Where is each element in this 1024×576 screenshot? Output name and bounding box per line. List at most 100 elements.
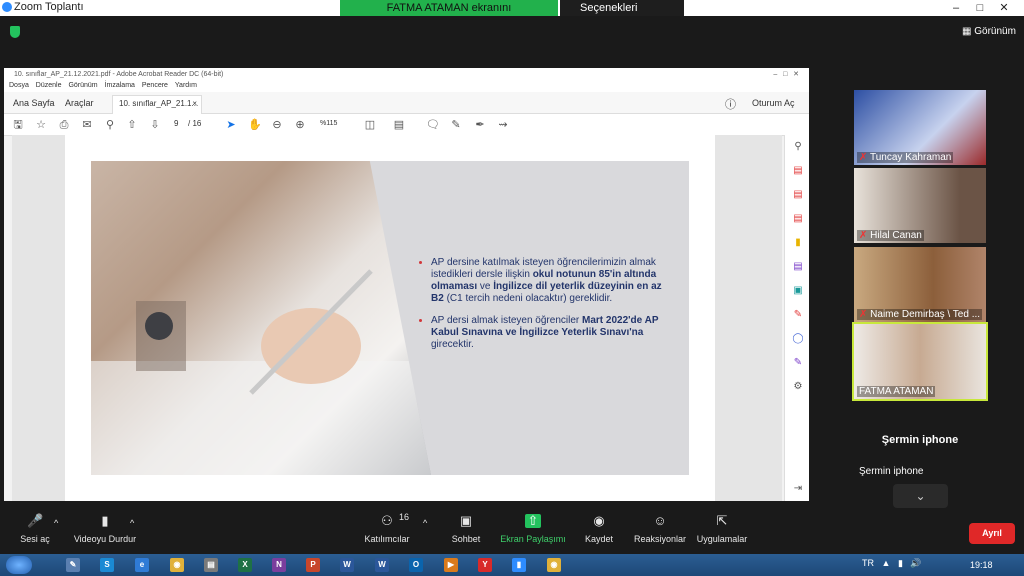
menu-help[interactable]: Yardım [175, 82, 197, 89]
fill-sign-icon[interactable]: ✎ [792, 309, 804, 321]
encryption-shield-icon[interactable] [10, 26, 20, 38]
zoom-level-select[interactable]: %115 [320, 120, 337, 127]
stop-video-button[interactable]: ▮ Videoyu Durdur [72, 513, 138, 545]
comment-icon[interactable]: 🗨 [426, 119, 440, 131]
meeting-header [0, 16, 1024, 68]
pdf-page: AP dersine katılmak isteyen öğrencilerim… [65, 135, 715, 501]
network-icon[interactable]: ▮ [898, 558, 903, 568]
menu-sign[interactable]: İmzalama [105, 82, 135, 89]
yandex-icon[interactable]: Y [478, 558, 492, 572]
minimize-icon[interactable]: – [944, 0, 968, 16]
pen-illustration [91, 269, 431, 475]
zoom-out-icon[interactable]: ⊖ [271, 119, 283, 131]
media-player-icon[interactable]: ▶ [444, 558, 458, 572]
document-viewport[interactable]: AP dersine katılmak isteyen öğrencilerim… [12, 135, 782, 501]
participant-tile-active-speaker[interactable]: FATMA ATAMAN [852, 322, 988, 401]
participant-name: ✗ Hilal Canan [857, 230, 924, 241]
slide: AP dersine katılmak isteyen öğrencilerim… [91, 161, 689, 475]
excel-icon[interactable]: X [238, 558, 252, 572]
highlight-pen-icon[interactable]: ✎ [450, 119, 462, 131]
word-document-icon[interactable]: W [375, 558, 389, 572]
email-icon[interactable]: ✉ [81, 119, 93, 131]
menu-file[interactable]: Dosya [9, 82, 29, 89]
word-icon[interactable]: W [340, 558, 354, 572]
edge-icon[interactable]: e [135, 558, 149, 572]
organize-pages-icon[interactable]: ▣ [792, 285, 804, 297]
gallery-view-button[interactable]: ▦ Görünüm [962, 26, 1016, 37]
protect-icon[interactable]: ◯ [792, 333, 804, 345]
export-pdf-icon[interactable]: ▤ [792, 165, 804, 177]
scroll-mode-icon[interactable]: ▤ [393, 119, 405, 131]
share-screen-button[interactable]: ⇧ Ekran Paylaşımı [500, 514, 566, 545]
reactions-button[interactable]: ☺ Reaksiyonlar [634, 514, 686, 545]
zoom-in-icon[interactable]: ⊕ [294, 119, 306, 131]
menu-view[interactable]: Görünüm [68, 82, 97, 89]
unmute-button[interactable]: 🎤 Sesi aç [18, 514, 52, 545]
meeting-toolbar: 🎤 Sesi aç ^ ▮ Videoyu Durdur ^ ⚇ Katılımcıl… [0, 508, 1024, 554]
record-button[interactable]: ◉ Kaydet [584, 514, 614, 545]
chrome-icon[interactable]: ◉ [170, 558, 184, 572]
more-participants-button[interactable]: ⌄ [893, 484, 948, 508]
participant-tile[interactable]: Şermin iphone Şermin iphone [854, 404, 986, 479]
fit-page-icon[interactable]: ◫ [364, 119, 376, 131]
apps-button[interactable]: ⇱ Uygulamalar [696, 513, 748, 545]
volume-icon[interactable]: 🔊 [910, 558, 921, 568]
outlook-icon[interactable]: O [409, 558, 423, 572]
print-icon[interactable]: ⎙ [58, 119, 70, 131]
menu-window[interactable]: Pencere [142, 82, 168, 89]
hand-tool-icon[interactable]: ✋ [248, 119, 262, 131]
page-down-icon[interactable]: ⇩ [149, 119, 161, 131]
search-tool-icon[interactable]: ⚲ [792, 141, 804, 153]
participant-tile[interactable]: ✗ Tuncay Kahraman [854, 90, 986, 165]
sign-icon[interactable]: ✒ [474, 119, 486, 131]
combine-files-icon[interactable]: ▤ [792, 261, 804, 273]
participant-tile[interactable]: ✗ Hilal Canan [854, 168, 986, 243]
page-number-input[interactable]: 9 [174, 119, 178, 128]
expand-panel-icon[interactable]: ⇥ [792, 483, 804, 495]
skype-icon[interactable]: S [100, 558, 114, 572]
bookmark-star-icon[interactable]: ☆ [35, 119, 47, 131]
sign-in-button[interactable]: Oturum Aç [752, 98, 795, 108]
page-up-icon[interactable]: ⇧ [126, 119, 138, 131]
start-button-icon[interactable] [6, 556, 32, 574]
help-icon[interactable]: ⓘ [725, 96, 736, 112]
tray-arrow-icon[interactable]: ▲ [882, 558, 891, 568]
search-icon[interactable]: ⚲ [104, 119, 116, 131]
audio-options-caret-icon[interactable]: ^ [54, 518, 58, 528]
acrobat-window-controls[interactable]: – □ ✕ [773, 68, 799, 82]
taskbar-app-icon[interactable]: ✎ [66, 558, 80, 572]
close-tab-icon[interactable]: × [192, 99, 197, 108]
powerpoint-icon[interactable]: P [306, 558, 320, 572]
save-icon[interactable]: 🖫 [12, 119, 24, 131]
onenote-icon[interactable]: N [272, 558, 286, 572]
maximize-icon[interactable]: □ [968, 0, 992, 16]
language-indicator[interactable]: TR [862, 558, 874, 568]
select-cursor-icon[interactable]: ➤ [225, 119, 237, 131]
more-tools-icon[interactable]: ⚙ [792, 381, 804, 393]
edit-pdf-icon[interactable]: ▤ [792, 213, 804, 225]
leave-meeting-button[interactable]: Ayrıl [969, 523, 1015, 544]
tab-tools[interactable]: Araçlar [65, 98, 94, 108]
participants-caret-icon[interactable]: ^ [423, 518, 427, 528]
share-icon[interactable]: ⇝ [497, 119, 509, 131]
comment-tool-icon[interactable]: ▮ [792, 237, 804, 249]
file-explorer-icon[interactable]: ▤ [204, 558, 218, 572]
taskbar-clock[interactable]: 19:18 [970, 560, 993, 570]
bullet-2: AP dersi almak isteyen öğrenciler Mart 2… [431, 315, 671, 351]
view-options-button[interactable]: Seçenekleri Görüntüle ⌄ [560, 0, 684, 30]
zoom-taskbar-icon[interactable]: ▮ [512, 558, 526, 572]
create-pdf-icon[interactable]: ▤ [792, 189, 804, 201]
apps-icon: ⇱ [716, 513, 728, 528]
chat-button[interactable]: ▣ Sohbet [450, 514, 482, 545]
menu-edit[interactable]: Düzenle [36, 82, 62, 89]
tab-home[interactable]: Ana Sayfa [13, 98, 55, 108]
close-icon[interactable]: ✕ [992, 0, 1016, 16]
tab-document[interactable]: 10. sınıflar_AP_21.1... × [112, 95, 202, 114]
participant-name: FATMA ATAMAN [857, 386, 936, 397]
chrome-taskbar-icon[interactable]: ◉ [547, 558, 561, 572]
participant-tile[interactable]: ✗ Naime Demirbaş \ Ted ... [854, 247, 986, 322]
video-options-caret-icon[interactable]: ^ [130, 518, 134, 528]
send-for-signature-icon[interactable]: ✎ [792, 357, 804, 369]
video-camera-icon: ▮ [101, 513, 109, 528]
system-tray: TR ▲ ▮ 🔊 [862, 558, 922, 569]
